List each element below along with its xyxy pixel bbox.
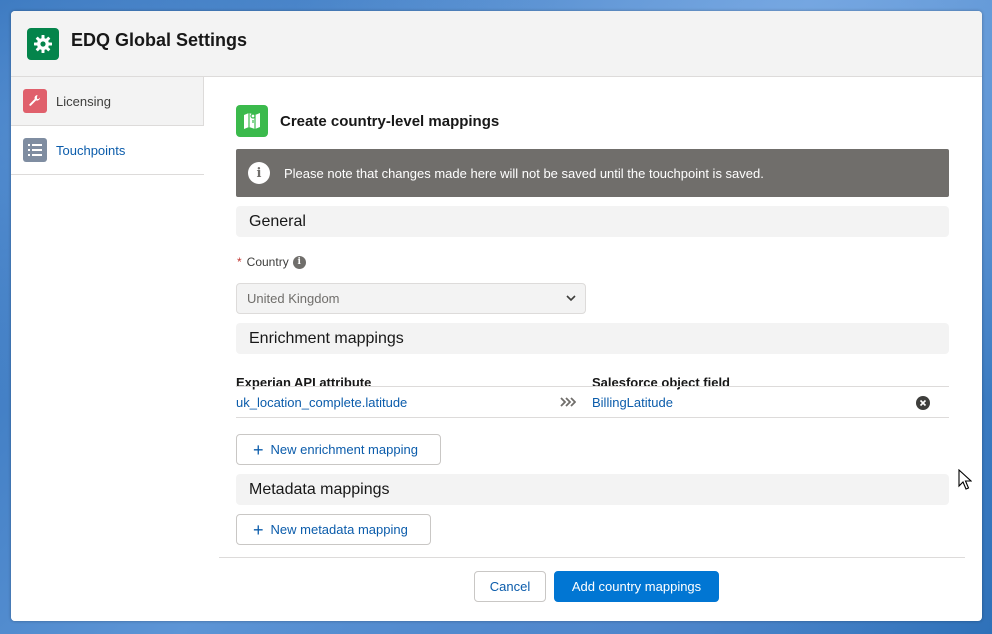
metadata-section-heading: Metadata mappings — [236, 474, 949, 505]
country-select[interactable]: United Kingdom — [236, 283, 586, 314]
section-header: Create country-level mappings — [236, 105, 499, 137]
required-asterisk: * — [237, 255, 242, 269]
map-icon — [236, 105, 268, 137]
chevron-down-icon — [565, 292, 577, 307]
info-icon: i — [248, 162, 270, 184]
new-metadata-mapping-label: New metadata mapping — [270, 522, 408, 537]
sidebar-item-label: Touchpoints — [56, 142, 126, 158]
sidebar-item-licensing[interactable]: Licensing — [11, 77, 204, 126]
section-title: Create country-level mappings — [280, 112, 500, 130]
country-select-value: United Kingdom — [247, 291, 340, 306]
list-icon — [23, 138, 47, 162]
wrench-icon — [23, 89, 47, 113]
card-header: EDQ Global Settings — [11, 11, 982, 77]
cancel-button[interactable]: Cancel — [474, 571, 546, 602]
info-icon[interactable]: i — [292, 255, 306, 269]
page-title: EDQ Global Settings — [71, 30, 248, 50]
settings-card: EDQ Global Settings Licensing Touchpoint… — [11, 11, 982, 621]
new-enrichment-mapping-button[interactable]: + New enrichment mapping — [236, 434, 441, 465]
country-label: * Country i — [237, 255, 306, 269]
table-row: uk_location_complete.latitude BillingLat… — [236, 386, 949, 418]
notice-text: Please note that changes made here will … — [284, 165, 764, 181]
main-panel: Create country-level mappings i Please n… — [219, 77, 965, 621]
remove-icon[interactable] — [916, 396, 930, 413]
salesforce-field-link[interactable]: BillingLatitude — [592, 395, 673, 410]
triple-chevron-right-icon — [560, 396, 577, 411]
gear-icon — [27, 28, 59, 60]
sidebar-item-touchpoints[interactable]: Touchpoints — [11, 126, 204, 175]
add-icon: + — [253, 439, 264, 460]
add-icon: + — [253, 519, 264, 540]
new-enrichment-mapping-label: New enrichment mapping — [270, 442, 418, 457]
general-section-heading: General — [236, 206, 949, 237]
notice-banner: i Please note that changes made here wil… — [236, 149, 949, 197]
mouse-cursor-icon — [958, 468, 973, 494]
api-attribute-link[interactable]: uk_location_complete.latitude — [236, 395, 407, 410]
sidebar-item-label: Licensing — [56, 93, 111, 109]
new-metadata-mapping-button[interactable]: + New metadata mapping — [236, 514, 431, 545]
enrichment-section-heading: Enrichment mappings — [236, 323, 949, 354]
country-label-text: Country — [246, 255, 289, 269]
sidebar: Licensing Touchpoints — [11, 77, 204, 621]
footer-divider — [219, 557, 965, 558]
add-country-mappings-button[interactable]: Add country mappings — [554, 571, 719, 602]
